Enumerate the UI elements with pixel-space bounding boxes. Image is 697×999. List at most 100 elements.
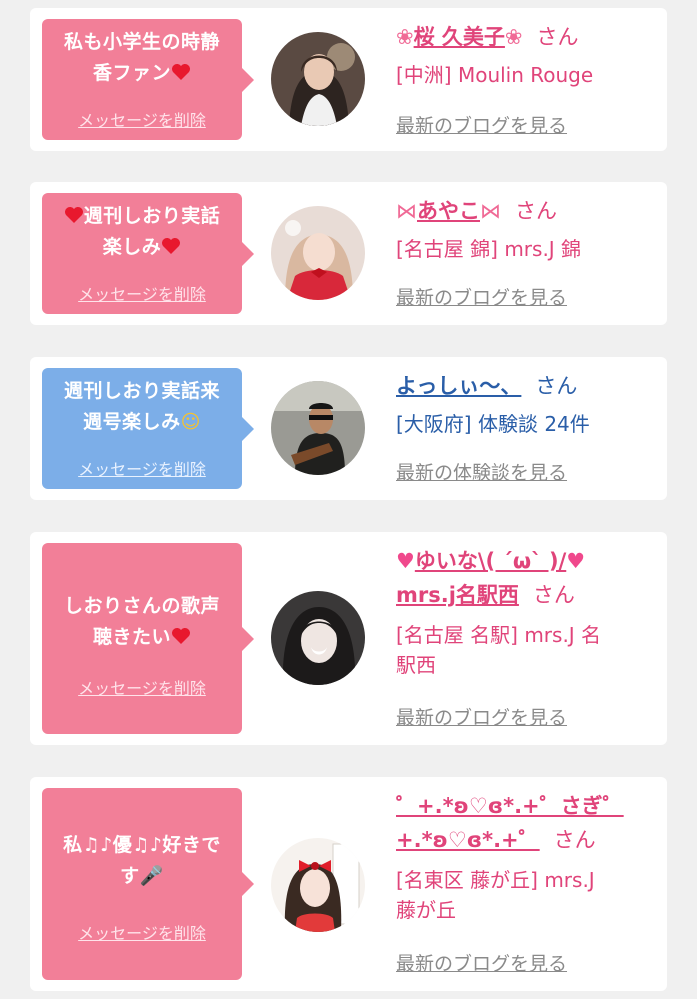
message-card: 週刊しおり実話来 週号楽しみ☺ メッセージを削除 よっしぃ〜、 さん [大阪府] … — [30, 357, 667, 500]
shop-label: [名古屋 名駅] mrs.J 名 駅西 — [396, 620, 658, 680]
cherry-blossom-icon: ❀ — [504, 25, 523, 49]
avatar[interactable] — [271, 381, 365, 475]
message-bubble: しおりさんの歌声 聴きたい メッセージを削除 — [42, 543, 254, 734]
message-bubble: 私も小学生の時静 香ファン メッセージを削除 — [42, 19, 254, 140]
avatar-photo — [271, 32, 365, 126]
profile-name: あやこ — [417, 199, 480, 223]
message-text: しおりさんの歌声 聴きたい — [48, 591, 236, 653]
profile-name-line: mrs.j名駅西 さん — [396, 580, 658, 610]
profile-info: よっしぃ〜、 さん [大阪府] 体験談 24件 最新の体験談を見る — [396, 357, 658, 500]
message-line-text: 香ファン — [92, 62, 171, 84]
message-bubble: 週刊しおり実話来 週号楽しみ☺ メッセージを削除 — [42, 368, 254, 489]
message-card: 私♫♪優♫♪好きで す🎤 メッセージを削除 ゜+.*ʚ♡ɞ*.+゜さぎ゜ +.*… — [30, 777, 667, 991]
profile-info: ゜+.*ʚ♡ɞ*.+゜さぎ゜ +.*ʚ♡ɞ*.+゜ さん [名東区 藤が丘] mr… — [396, 777, 658, 991]
profile-name: 桜 久美子 — [413, 25, 505, 49]
profile-name-line: ♥ゆいな\( ´ω` )/♥ — [396, 546, 658, 576]
heart-icon — [64, 207, 83, 223]
latest-blog-link[interactable]: 最新のブログを見る — [396, 706, 567, 730]
delete-message-link[interactable]: メッセージを削除 — [42, 460, 242, 480]
message-text: 週刊しおり実話 楽しみ — [48, 201, 236, 263]
profile-name-line: よっしぃ〜、 さん — [396, 371, 658, 401]
shop-label-line: 駅西 — [396, 653, 436, 677]
profile-name-link[interactable]: ❀桜 久美子❀ — [396, 25, 523, 49]
cherry-blossom-icon: ❀ — [396, 25, 414, 49]
latest-blog-link[interactable]: 最新のブログを見る — [396, 114, 567, 138]
avatar-photo — [271, 206, 365, 300]
profile-name-link[interactable]: ゜+.*ʚ♡ɞ*.+゜さぎ゜ — [396, 794, 624, 818]
message-line: 私♫♪優♫♪好きで — [63, 834, 221, 856]
profile-info: ♥ゆいな\( ´ω` )/♥ mrs.j名駅西 さん [名古屋 名駅] mrs.J… — [396, 532, 658, 745]
shop-label-line: 藤が丘 — [396, 898, 456, 922]
message-bubble: 週刊しおり実話 楽しみ メッセージを削除 — [42, 193, 254, 314]
honorific: さん — [515, 199, 557, 223]
shop-label: [大阪府] 体験談 24件 — [396, 412, 590, 436]
message-line: 聴きたい — [48, 622, 236, 653]
profile-name-link[interactable]: よっしぃ〜、 — [396, 374, 521, 398]
profile-name-link[interactable]: mrs.j名駅西 — [396, 583, 519, 607]
avatar[interactable] — [271, 206, 365, 300]
message-line: 週刊しおり実話 — [48, 201, 236, 232]
ribbon-icon: ⋈ — [480, 199, 501, 223]
sparkling-heart-icon: ♥ — [396, 549, 415, 573]
shop-label: [名東区 藤が丘] mrs.J 藤が丘 — [396, 865, 658, 925]
message-card: しおりさんの歌声 聴きたい メッセージを削除 ♥ゆいな\( ´ω` )/♥ mr… — [30, 532, 667, 745]
message-line-text: 楽しみ — [102, 236, 162, 258]
profile-name-link[interactable]: ♥ゆいな\( ´ω` )/♥ — [396, 549, 585, 573]
honorific: さん — [553, 828, 596, 852]
profile-info: ❀桜 久美子❀ さん [中洲] Moulin Rouge 最新のブログを見る — [396, 8, 658, 151]
message-line: 週号楽しみ☺ — [48, 407, 236, 438]
message-line: しおりさんの歌声 — [63, 595, 220, 617]
shop-label-line: [名東区 藤が丘] mrs.J — [396, 868, 595, 892]
message-line: 香ファン — [48, 58, 236, 89]
message-line: 楽しみ — [48, 232, 236, 263]
message-line-text: 聴きたい — [92, 626, 171, 648]
honorific: さん — [532, 583, 575, 607]
message-line-text: す — [120, 865, 140, 887]
shop-label: [中洲] Moulin Rouge — [396, 63, 594, 87]
profile-name-link[interactable]: ⋈あやこ⋈ — [396, 199, 501, 223]
avatar-photo — [271, 591, 365, 685]
delete-message-link[interactable]: メッセージを削除 — [42, 924, 242, 944]
message-line-text: 週号楽しみ — [83, 411, 181, 433]
message-text: 私も小学生の時静 香ファン — [48, 27, 236, 89]
message-line-text: 週刊しおり実話 — [83, 205, 221, 227]
profile-info: ⋈あやこ⋈ さん [名古屋 錦] mrs.J 錦 最新のブログを見る — [396, 182, 658, 325]
profile-name-line: +.*ʚ♡ɞ*.+゜ さん — [396, 825, 658, 855]
microphone-icon: 🎤 — [139, 865, 164, 887]
profile-name-link[interactable]: +.*ʚ♡ɞ*.+゜ — [396, 828, 540, 852]
avatar-photo — [271, 838, 365, 932]
shop-label: [名古屋 錦] mrs.J 錦 — [396, 237, 582, 261]
honorific: さん — [536, 25, 579, 49]
latest-review-link[interactable]: 最新の体験談を見る — [396, 461, 567, 485]
message-line: 週刊しおり実話来 — [63, 380, 220, 402]
avatar[interactable] — [271, 32, 365, 126]
delete-message-link[interactable]: メッセージを削除 — [42, 679, 242, 699]
profile-name-line: ❀桜 久美子❀ さん — [396, 22, 658, 52]
message-text: 私♫♪優♫♪好きで す🎤 — [48, 830, 236, 892]
heart-icon — [172, 628, 190, 644]
sparkling-heart-icon: ♥ — [566, 549, 586, 573]
message-card: 私も小学生の時静 香ファン メッセージを削除 ❀桜 久美子❀ さん [中洲] Mo… — [30, 8, 667, 151]
profile-name-line: ⋈あやこ⋈ さん — [396, 196, 658, 226]
honorific: さん — [535, 374, 578, 398]
shop-label-line: [名古屋 名駅] mrs.J 名 — [396, 623, 602, 647]
delete-message-link[interactable]: メッセージを削除 — [42, 111, 242, 131]
delete-message-link[interactable]: メッセージを削除 — [42, 285, 242, 305]
heart-icon — [162, 238, 181, 254]
message-line: す🎤 — [48, 861, 236, 892]
message-feed: 私も小学生の時静 香ファン メッセージを削除 ❀桜 久美子❀ さん [中洲] Mo… — [0, 0, 697, 999]
avatar[interactable] — [271, 591, 365, 685]
message-line: 私も小学生の時静 — [63, 31, 220, 53]
profile-name: ゆいな\( ´ω` )/ — [414, 549, 567, 573]
message-bubble: 私♫♪優♫♪好きで す🎤 メッセージを削除 — [42, 788, 254, 980]
profile-name-line: ゜+.*ʚ♡ɞ*.+゜さぎ゜ — [396, 791, 658, 821]
avatar[interactable] — [271, 838, 365, 932]
ribbon-icon: ⋈ — [396, 199, 417, 223]
latest-blog-link[interactable]: 最新のブログを見る — [396, 952, 567, 976]
grinning-face-icon: ☺ — [180, 411, 201, 433]
avatar-photo — [271, 381, 365, 475]
message-card: 週刊しおり実話 楽しみ メッセージを削除 ⋈あやこ⋈ さん [名古屋 錦] mrs… — [30, 182, 667, 325]
heart-icon — [172, 64, 190, 80]
message-text: 週刊しおり実話来 週号楽しみ☺ — [48, 376, 236, 438]
latest-blog-link[interactable]: 最新のブログを見る — [396, 286, 567, 310]
